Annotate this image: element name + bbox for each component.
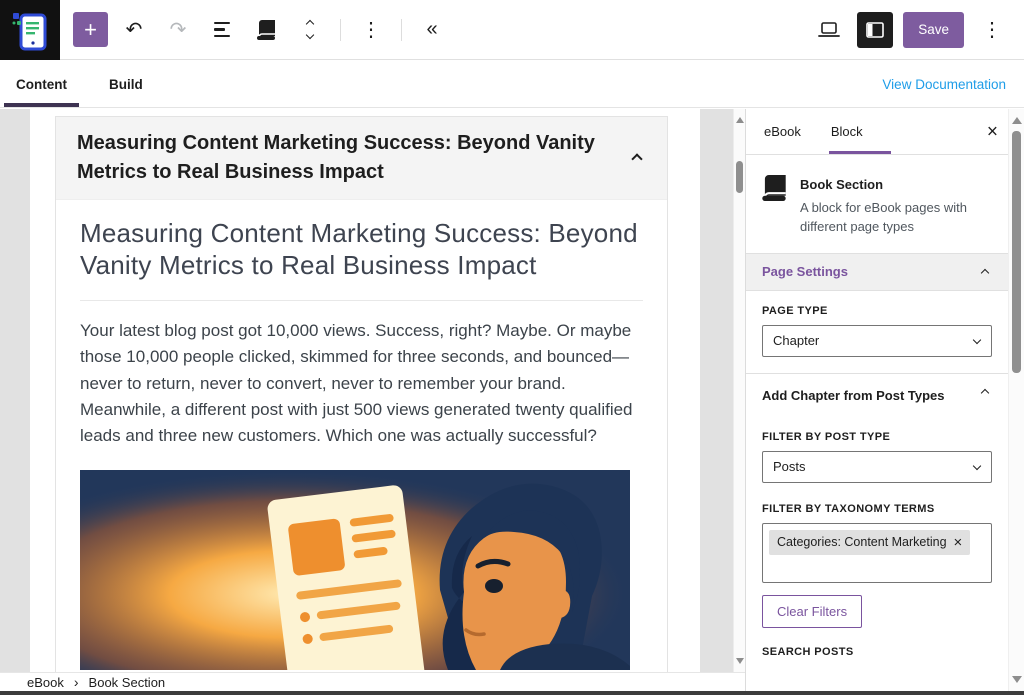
toolbar-options-button[interactable]: ⋮ [353, 12, 389, 48]
panel-page-settings-header[interactable]: Page Settings [746, 253, 1008, 291]
block-breadcrumb: eBook › Book Section [0, 672, 745, 691]
up-down-chevrons-icon [307, 21, 313, 38]
toolbar-divider [340, 19, 341, 41]
chevron-up-icon [981, 388, 989, 396]
redo-icon: ↷ [170, 17, 187, 42]
more-options-button[interactable]: ⋮ [974, 12, 1010, 48]
scroll-up-arrow[interactable] [1012, 117, 1022, 124]
kebab-icon: ⋮ [982, 17, 1002, 42]
panel-add-chapter-body: FILTER BY POST TYPE Posts FILTER BY TAXO… [746, 417, 1008, 682]
illustration-image [80, 470, 630, 670]
scroll-down-arrow[interactable] [736, 658, 744, 664]
intro-paragraph[interactable]: Your latest blog post got 10,000 views. … [80, 318, 643, 450]
section-accordion-header[interactable]: Measuring Content Marketing Success: Bey… [56, 117, 667, 200]
book-section-icon [762, 175, 786, 201]
document-overview-button[interactable] [204, 12, 240, 48]
undo-button[interactable]: ↶ [116, 12, 152, 48]
close-sidebar-button[interactable]: × [987, 122, 998, 141]
scrollbar-thumb[interactable] [1012, 131, 1021, 373]
settings-sidebar-toggle[interactable] [857, 12, 893, 48]
page-type-label: PAGE TYPE [762, 305, 992, 317]
title-divider [80, 300, 643, 301]
chevron-up-icon[interactable] [631, 153, 642, 164]
ebook-plugin-logo-icon [11, 9, 49, 51]
chevron-up-icon [981, 268, 989, 276]
page-title[interactable]: Measuring Content Marketing Success: Bey… [80, 218, 643, 282]
block-inserter-button[interactable]: + [73, 12, 108, 47]
active-tab-underline [4, 103, 79, 107]
move-updown-button[interactable] [292, 12, 328, 48]
tab-build[interactable]: Build [93, 61, 169, 107]
chevron-down-icon [973, 335, 981, 343]
kebab-icon: ⋮ [361, 17, 381, 42]
panel-add-chapter-header[interactable]: Add Chapter from Post Types [746, 373, 1008, 417]
book-section-block[interactable]: Measuring Content Marketing Success: Bey… [55, 116, 668, 672]
sidebar-tab-ebook[interactable]: eBook [762, 109, 803, 154]
breadcrumb-book-section[interactable]: Book Section [89, 675, 166, 690]
ebook-page: Measuring Content Marketing Success: Bey… [30, 109, 700, 672]
sidebar-tabs: eBook Block × [746, 109, 1008, 155]
post-type-select[interactable]: Posts [762, 451, 992, 483]
filter-post-type-label: FILTER BY POST TYPE [762, 431, 992, 443]
toolbar-divider [401, 19, 402, 41]
breadcrumb-separator-icon: › [74, 674, 79, 690]
tab-content[interactable]: Content [0, 61, 93, 107]
block-description: A block for eBook pages with different p… [800, 199, 990, 237]
sidebar-tab-block[interactable]: Block [829, 109, 891, 154]
plugin-logo[interactable] [0, 0, 60, 60]
clear-filters-button[interactable]: Clear Filters [762, 595, 862, 628]
panel-page-settings-body: PAGE TYPE Chapter [746, 291, 1008, 373]
block-info-card: Book Section A block for eBook pages wit… [746, 155, 1008, 253]
filter-taxonomy-label: FILTER BY TAXONOMY TERMS [762, 503, 992, 515]
app-window: + ↶ ↷ ⋮ « [0, 0, 1024, 695]
editor-canvas: Measuring Content Marketing Success: Bey… [0, 109, 745, 672]
section-accordion-title: Measuring Content Marketing Success: Bey… [77, 129, 611, 187]
sidebar-scrollbar[interactable] [1008, 109, 1024, 691]
block-name: Book Section [800, 177, 992, 192]
plus-icon: + [84, 19, 97, 41]
editor-tabbar: Content Build View Documentation [0, 61, 1024, 108]
scroll-up-arrow[interactable] [736, 117, 744, 123]
breadcrumb-ebook[interactable]: eBook [27, 675, 64, 690]
section-content: Measuring Content Marketing Success: Bey… [56, 200, 667, 672]
scrollbar-thumb[interactable] [736, 161, 743, 193]
page-type-select[interactable]: Chapter [762, 325, 992, 357]
taxonomy-terms-box[interactable]: Categories: Content Marketing × [762, 523, 992, 583]
chevron-down-icon [973, 461, 981, 469]
view-documentation-link[interactable]: View Documentation [882, 77, 1006, 92]
search-posts-label: SEARCH POSTS [762, 646, 992, 658]
canvas-scrollbar[interactable] [733, 109, 745, 672]
canvas-gutter-left [0, 109, 30, 672]
scroll-down-arrow[interactable] [1012, 676, 1022, 683]
toolbar-left-group: + ↶ ↷ ⋮ « [60, 12, 811, 48]
book-outline-button[interactable] [248, 12, 284, 48]
collapse-toolbar-button[interactable]: « [414, 12, 450, 48]
laptop-icon [818, 22, 840, 38]
book-icon [257, 20, 275, 40]
settings-sidebar: eBook Block × Book Section A block for e… [745, 109, 1024, 691]
preview-button[interactable] [811, 12, 847, 48]
sidebar-panel-icon [866, 22, 884, 38]
tab-content-label: Content [16, 77, 67, 92]
undo-icon: ↶ [126, 17, 143, 42]
close-icon: × [987, 121, 998, 142]
canvas-gutter-right [700, 109, 733, 672]
double-chevron-left-icon: « [426, 18, 437, 41]
sidebar-content: eBook Block × Book Section A block for e… [746, 109, 1008, 691]
toolbar-right-group: Save ⋮ [811, 12, 1024, 48]
content-illustration [80, 470, 630, 670]
list-view-icon [214, 22, 230, 38]
tab-build-label: Build [109, 77, 143, 92]
taxonomy-term-chip[interactable]: Categories: Content Marketing × [769, 530, 970, 555]
remove-term-icon[interactable]: × [954, 535, 963, 550]
save-button[interactable]: Save [903, 12, 964, 48]
redo-button[interactable]: ↷ [160, 12, 196, 48]
top-toolbar: + ↶ ↷ ⋮ « [0, 0, 1024, 60]
bottom-edge-strip [0, 691, 1024, 695]
